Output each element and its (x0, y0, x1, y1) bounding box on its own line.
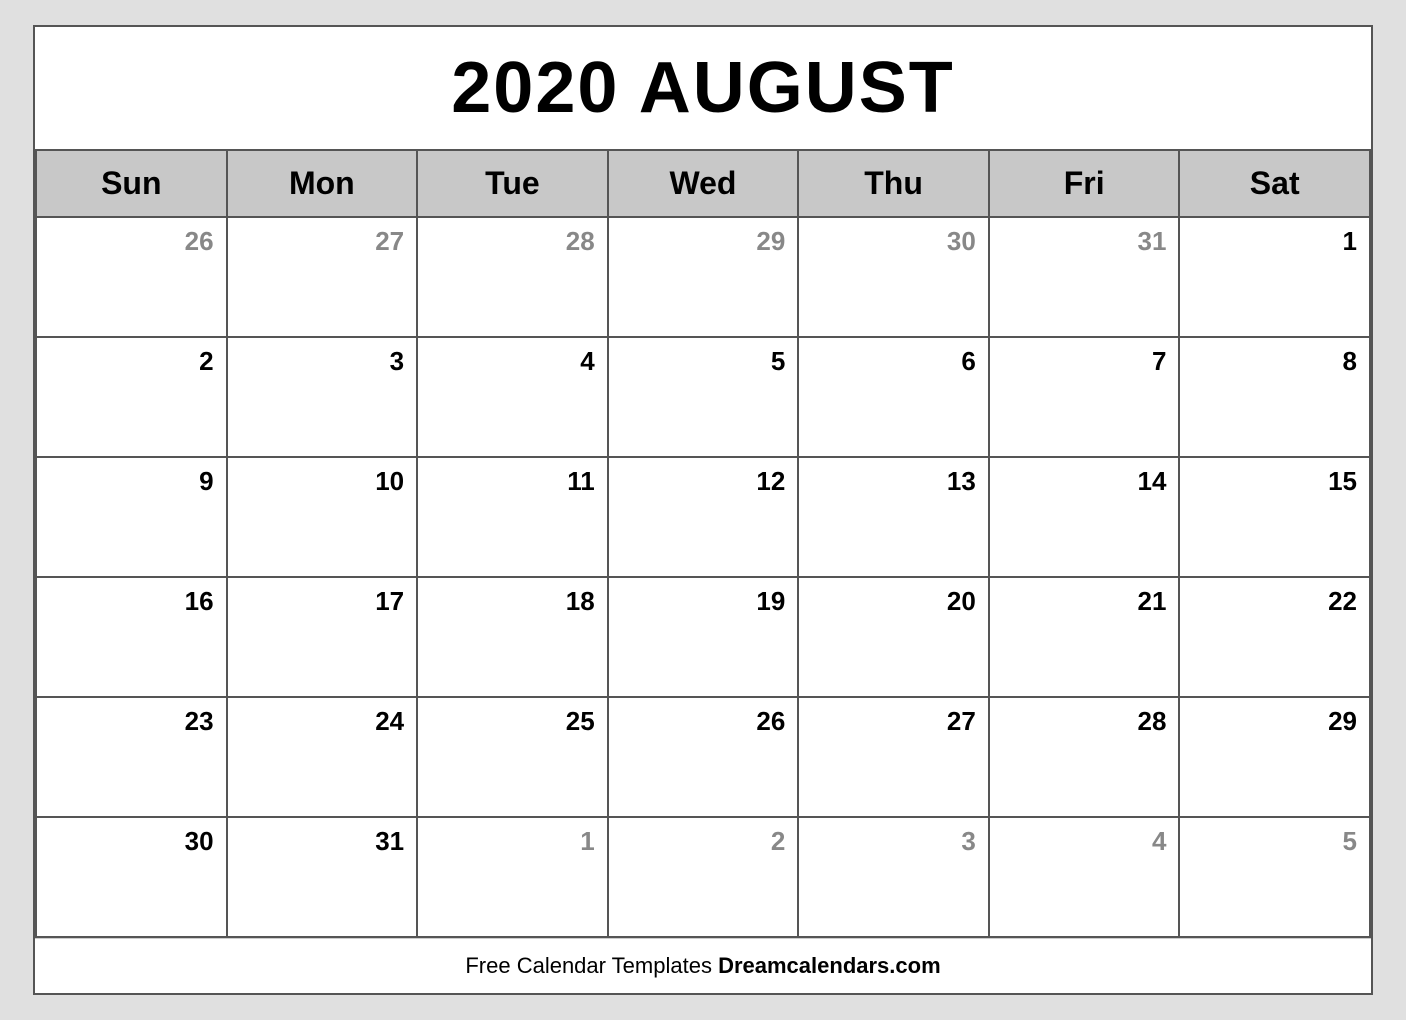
day-cell: 7 (988, 338, 1179, 458)
calendar-grid: SunMonTueWedThuFriSat2627282930311234567… (35, 151, 1371, 938)
day-cell: 1 (1178, 218, 1369, 338)
day-cell: 19 (607, 578, 798, 698)
day-cell: 29 (1178, 698, 1369, 818)
day-header-wed: Wed (607, 151, 798, 218)
day-cell: 5 (607, 338, 798, 458)
day-cell: 27 (797, 698, 988, 818)
day-cell: 18 (416, 578, 607, 698)
day-cell: 26 (35, 218, 226, 338)
day-cell: 21 (988, 578, 1179, 698)
day-cell: 14 (988, 458, 1179, 578)
day-cell: 20 (797, 578, 988, 698)
day-cell: 10 (226, 458, 417, 578)
day-header-fri: Fri (988, 151, 1179, 218)
day-cell: 27 (226, 218, 417, 338)
calendar-container: 2020 AUGUST SunMonTueWedThuFriSat2627282… (33, 25, 1373, 995)
day-header-sun: Sun (35, 151, 226, 218)
day-cell: 31 (226, 818, 417, 938)
day-cell: 23 (35, 698, 226, 818)
day-cell: 5 (1178, 818, 1369, 938)
day-header-tue: Tue (416, 151, 607, 218)
day-cell: 17 (226, 578, 417, 698)
day-cell: 1 (416, 818, 607, 938)
day-cell: 30 (35, 818, 226, 938)
day-cell: 28 (988, 698, 1179, 818)
calendar-footer: Free Calendar Templates Dreamcalendars.c… (35, 938, 1371, 993)
day-cell: 4 (988, 818, 1179, 938)
day-cell: 4 (416, 338, 607, 458)
day-cell: 2 (35, 338, 226, 458)
day-cell: 16 (35, 578, 226, 698)
day-cell: 13 (797, 458, 988, 578)
day-cell: 22 (1178, 578, 1369, 698)
day-cell: 24 (226, 698, 417, 818)
day-header-mon: Mon (226, 151, 417, 218)
calendar-title: 2020 AUGUST (35, 27, 1371, 151)
day-cell: 15 (1178, 458, 1369, 578)
day-cell: 25 (416, 698, 607, 818)
day-cell: 9 (35, 458, 226, 578)
day-cell: 30 (797, 218, 988, 338)
day-cell: 12 (607, 458, 798, 578)
day-header-sat: Sat (1178, 151, 1369, 218)
day-cell: 3 (797, 818, 988, 938)
day-cell: 3 (226, 338, 417, 458)
footer-normal-text: Free Calendar Templates (465, 953, 718, 978)
day-cell: 6 (797, 338, 988, 458)
day-cell: 29 (607, 218, 798, 338)
day-cell: 28 (416, 218, 607, 338)
day-cell: 31 (988, 218, 1179, 338)
day-cell: 8 (1178, 338, 1369, 458)
day-cell: 2 (607, 818, 798, 938)
footer-bold-text: Dreamcalendars.com (718, 953, 941, 978)
day-header-thu: Thu (797, 151, 988, 218)
day-cell: 11 (416, 458, 607, 578)
day-cell: 26 (607, 698, 798, 818)
